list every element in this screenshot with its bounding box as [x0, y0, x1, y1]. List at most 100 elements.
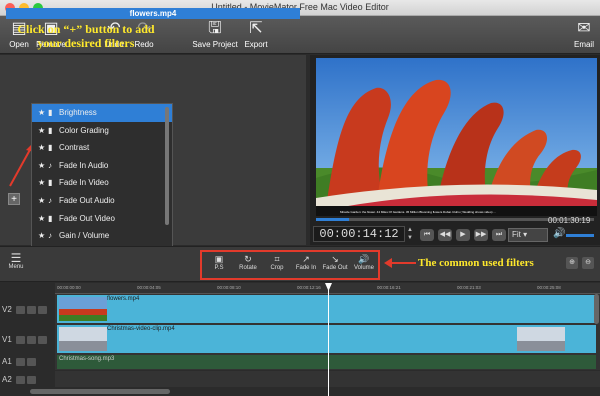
clip-thumbnail — [59, 327, 107, 351]
playhead[interactable] — [328, 283, 329, 396]
fade-in-filter-button[interactable]: ↗ Fade In — [290, 253, 322, 271]
add-filters-annotation: Click on “+” button to add your desired … — [17, 22, 155, 50]
favorite-star-icon[interactable]: ★ — [38, 227, 48, 244]
skip-forward-icon[interactable]: ⏭ — [492, 229, 506, 241]
favorite-star-icon[interactable]: ★ — [38, 174, 48, 191]
fade-in-icon: ↗ — [302, 254, 310, 264]
audio-clip-a1[interactable]: Christmas-song.mp3 — [57, 355, 596, 369]
export-label: Export — [244, 40, 268, 49]
step-forward-icon[interactable]: ▶▶ — [474, 229, 488, 241]
video-filter-icon: ▮ — [48, 178, 53, 188]
common-filters-annotation: The common used filters — [418, 257, 534, 269]
track-mute-icon[interactable] — [38, 305, 48, 314]
p-s-icon: ▣ — [214, 254, 224, 264]
video-subtitle-text: Miracle Garden: the flower. 44 Miles Of … — [340, 210, 496, 214]
track-mute-icon[interactable] — [27, 375, 37, 384]
zoom-out-icon[interactable]: ⊖ — [582, 257, 594, 269]
track-a2-name: A2 — [2, 375, 12, 384]
total-duration: 00:01:30:19 — [548, 216, 591, 225]
crop-filter-button[interactable]: ⌗ Crop — [261, 253, 293, 271]
track-lock-icon[interactable] — [16, 305, 26, 314]
email-button[interactable]: ✉ Email — [562, 18, 600, 49]
filter-button-label: Fade In — [295, 265, 317, 271]
favorite-star-icon[interactable]: ★ — [38, 122, 48, 139]
filter-button-label: Crop — [270, 265, 284, 271]
filter-list-item[interactable]: ★ ♪ Fade Out Audio — [32, 192, 172, 210]
track-mute-icon[interactable] — [38, 335, 48, 344]
track-mute-icon[interactable] — [27, 357, 37, 366]
volume-filter-button[interactable]: 🔊 Volume — [348, 253, 380, 271]
clip-end-thumbnail — [517, 327, 565, 351]
ruler-tick-label: 00:00:08:10 — [217, 285, 241, 290]
video-preview[interactable] — [316, 58, 597, 216]
audio-filter-icon: ♪ — [48, 160, 52, 170]
ruler-tick-label: 00:00:21:03 — [457, 285, 481, 290]
track-label-a1: A1 — [0, 355, 55, 369]
menu-label: Menu — [8, 264, 24, 270]
step-back-icon[interactable]: ◀◀ — [438, 229, 452, 241]
rotate-filter-button[interactable]: ↻ Rotate — [232, 253, 264, 271]
filter-name: Fade In Audio — [59, 160, 109, 170]
selected-media-file[interactable]: flowers.mp4 — [6, 8, 300, 19]
rotate-icon: ↻ — [244, 254, 252, 264]
favorite-star-icon[interactable]: ★ — [38, 104, 48, 121]
zoom-select[interactable]: Fit ▾ — [508, 228, 548, 242]
filter-list-item[interactable]: ★ ♪ Gain / Volume — [32, 227, 172, 245]
fade-out-icon: ↘ — [331, 254, 339, 264]
menu-button[interactable]: ☰ Menu — [6, 252, 26, 270]
filter-button-label: Volume — [353, 265, 374, 271]
add-filter-button[interactable]: + — [8, 193, 20, 205]
filter-list-item[interactable]: ★ ▮ Fade In Video — [32, 174, 172, 192]
filter-name: Contrast — [59, 143, 90, 153]
video-frame-image — [316, 58, 597, 216]
menu-icon: ☰ — [10, 251, 22, 265]
export-button[interactable]: ⇱ Export — [234, 18, 278, 49]
app-window: Untitled - MovieMator Free Mac Video Edi… — [0, 0, 600, 396]
filter-list-item[interactable]: ★ ▮ Brightness — [32, 104, 172, 122]
filter-name: Brightness — [59, 108, 97, 117]
timecode-field[interactable]: 00:00:14:12 — [313, 226, 405, 242]
clip-name: flowers.mp4 — [107, 296, 140, 302]
favorite-star-icon[interactable]: ★ — [38, 192, 48, 209]
filter-name: Gain / Volume — [59, 231, 110, 241]
skip-back-icon[interactable]: ⏮ — [420, 229, 434, 241]
filter-name: Fade Out Audio — [59, 195, 115, 205]
ruler-tick-label: 00:00:12:16 — [297, 285, 321, 290]
video-clip-v1[interactable]: Christmas-video-clip.mp4 — [57, 325, 596, 353]
zoom-in-icon[interactable]: ⊕ — [566, 257, 578, 269]
filter-list-item[interactable]: ★ ▮ Fade Out Video — [32, 210, 172, 228]
track-lock-icon[interactable] — [16, 375, 26, 384]
video-filter-icon: ▮ — [48, 125, 53, 135]
filter-name: Fade In Video — [59, 178, 109, 188]
filter-button-label: P.S — [214, 265, 224, 271]
track-lock-icon[interactable] — [16, 357, 26, 366]
play-icon[interactable]: ▶ — [456, 229, 470, 241]
ruler-tick-label: 00:00:16:21 — [377, 285, 401, 290]
timeline-vertical-scrollbar[interactable] — [594, 294, 599, 324]
ruler-tick-label: 00:00:25:08 — [537, 285, 561, 290]
favorite-star-icon[interactable]: ★ — [38, 210, 48, 227]
filter-name: Fade Out Video — [59, 213, 115, 223]
filter-list-item[interactable]: ★ ▮ Contrast — [32, 139, 172, 157]
filter-list-scrollbar[interactable] — [165, 107, 169, 225]
volume-icon[interactable]: 🔊 — [553, 228, 565, 239]
track-label-v1: V1 — [0, 326, 55, 354]
track-visibility-icon[interactable] — [27, 335, 37, 344]
volume-slider[interactable] — [566, 234, 594, 237]
video-clip-v2[interactable]: flowers.mp4 — [57, 295, 596, 323]
p-s-filter-button[interactable]: ▣ P.S — [203, 253, 235, 271]
timeline-horizontal-scrollbar[interactable] — [30, 389, 170, 394]
favorite-star-icon[interactable]: ★ — [38, 139, 48, 156]
track-visibility-icon[interactable] — [27, 305, 37, 314]
fade-out-filter-button[interactable]: ↘ Fade Out — [319, 253, 351, 271]
track-v1-name: V1 — [2, 335, 12, 344]
ruler-tick-label: 00:00:00:00 — [57, 285, 81, 290]
clip-name: Christmas-video-clip.mp4 — [107, 326, 175, 332]
arrow-icon — [384, 258, 416, 268]
filter-list-item[interactable]: ★ ♪ Fade In Audio — [32, 157, 172, 175]
filter-list-item[interactable]: ★ ▮ Color Grading — [32, 122, 172, 140]
favorite-star-icon[interactable]: ★ — [38, 157, 48, 174]
email-icon: ✉ — [577, 20, 591, 37]
track-lock-icon[interactable] — [16, 335, 26, 344]
timecode-stepper[interactable]: ▲ ▼ — [406, 226, 414, 242]
